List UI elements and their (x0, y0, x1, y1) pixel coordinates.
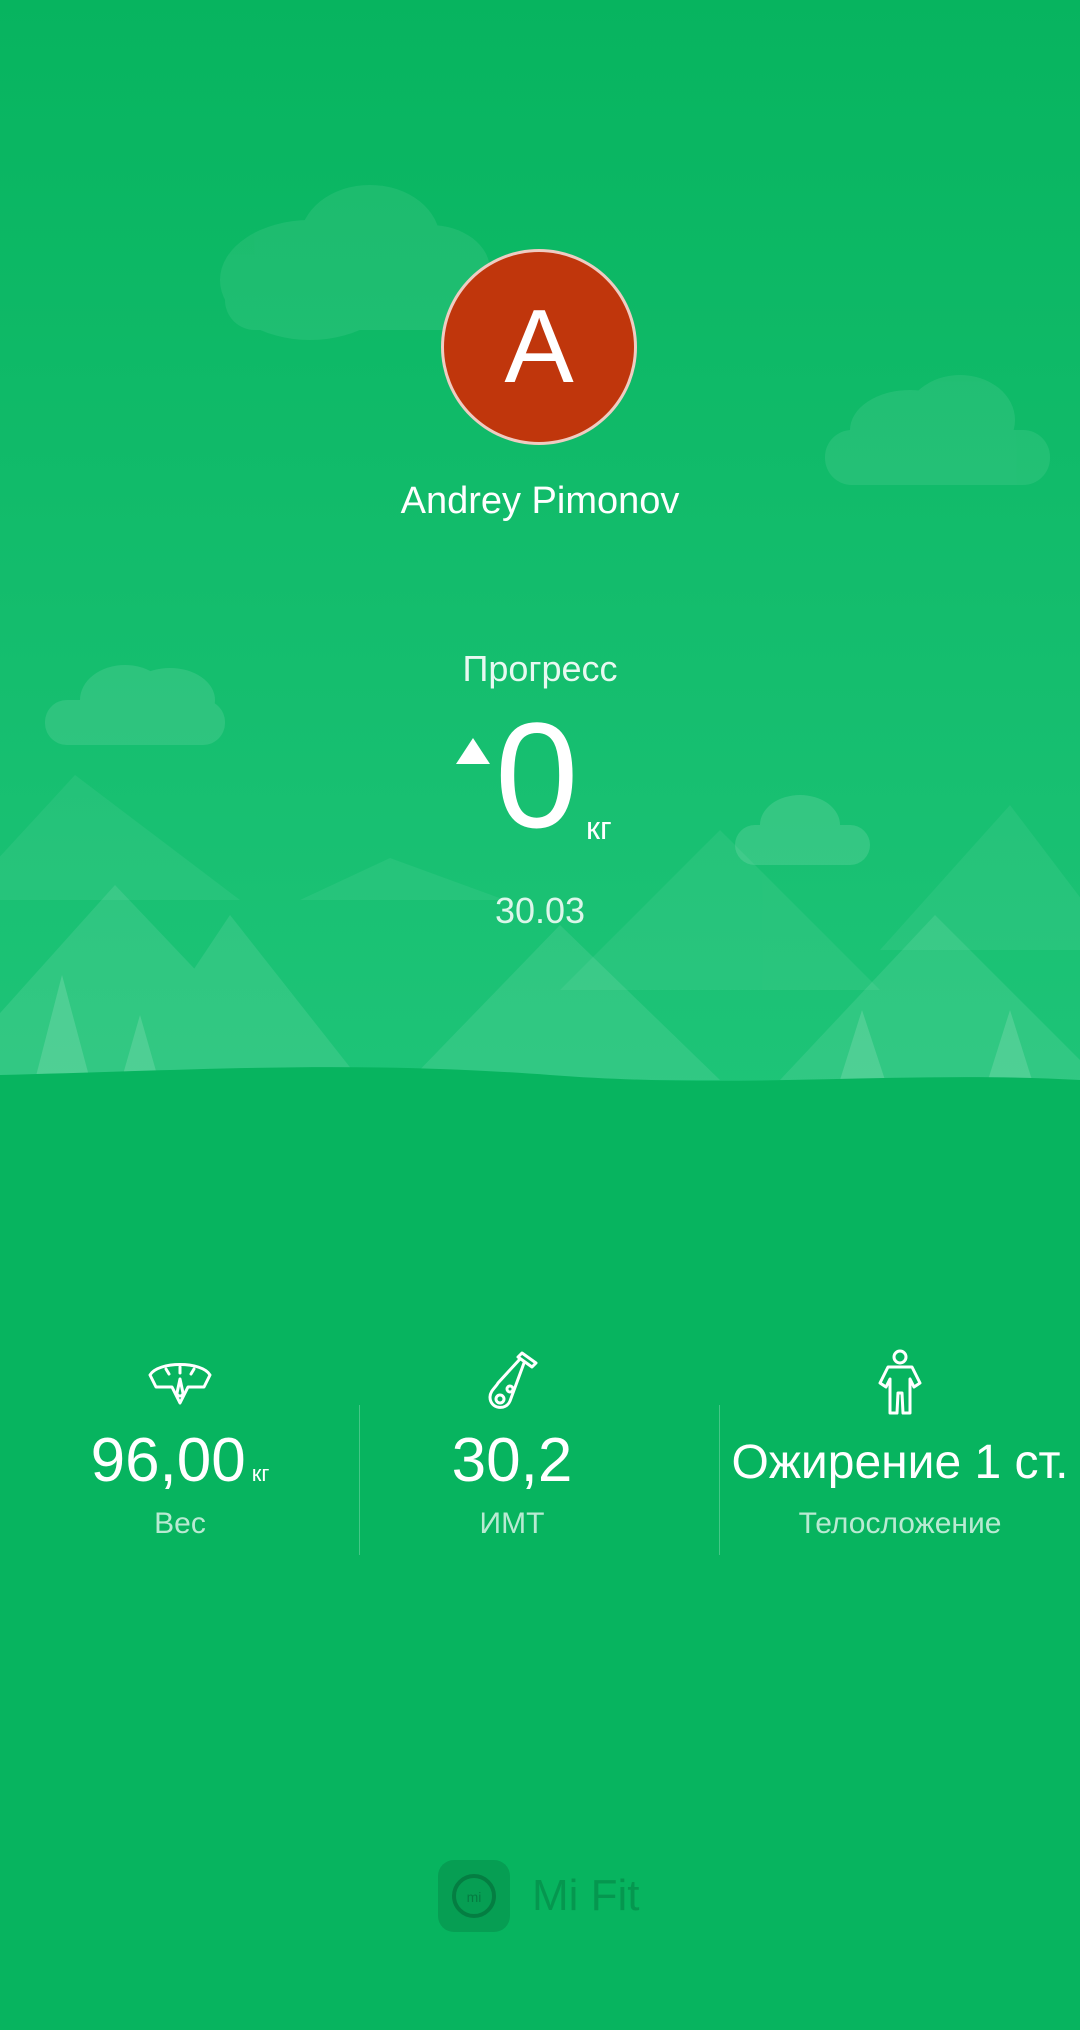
weight-value-row: 96,00 кг (0, 1425, 360, 1496)
stat-body-type[interactable]: Ожирение 1 ст. Телосложение (720, 1335, 1080, 1555)
bmi-value: 30,2 (451, 1426, 573, 1495)
progress-date: 30.03 (494, 890, 586, 931)
arrow-up-icon (456, 738, 490, 764)
avatar[interactable]: A (441, 249, 637, 445)
brand-name: Mi Fit (532, 1871, 640, 1920)
stat-bmi[interactable]: 30,2 ИМТ (332, 1335, 692, 1555)
stat-weight[interactable]: 96,00 кг Вес (0, 1335, 360, 1555)
weight-value: 96,00 (90, 1426, 246, 1495)
background-landscape (0, 0, 1080, 1110)
bmi-label: ИМТ (479, 1507, 545, 1540)
brand-footer: mi Mi Fit (438, 1860, 640, 1932)
progress-label: Прогресс (462, 648, 618, 689)
flask-icon (488, 1351, 538, 1409)
scale-icon (148, 1363, 212, 1405)
weight-label: Вес (154, 1507, 206, 1540)
progress-unit: кг (586, 810, 612, 846)
weight-unit: кг (251, 1461, 270, 1486)
mi-logo-icon: mi (438, 1860, 510, 1932)
svg-text:mi: mi (467, 1889, 482, 1905)
progress-value: 0 (495, 691, 579, 859)
stats-row: 96,00 кг Вес 30,2 ИМТ Ожирение 1 ст. Тело… (0, 1335, 1080, 1555)
body-type-value: Ожирение 1 ст. (731, 1436, 1069, 1489)
user-name: Andrey Pimonov (400, 480, 680, 522)
progress-value-row: 0 кг (0, 700, 1080, 850)
body-type-label: Телосложение (798, 1507, 1002, 1540)
body-icon (878, 1349, 922, 1415)
